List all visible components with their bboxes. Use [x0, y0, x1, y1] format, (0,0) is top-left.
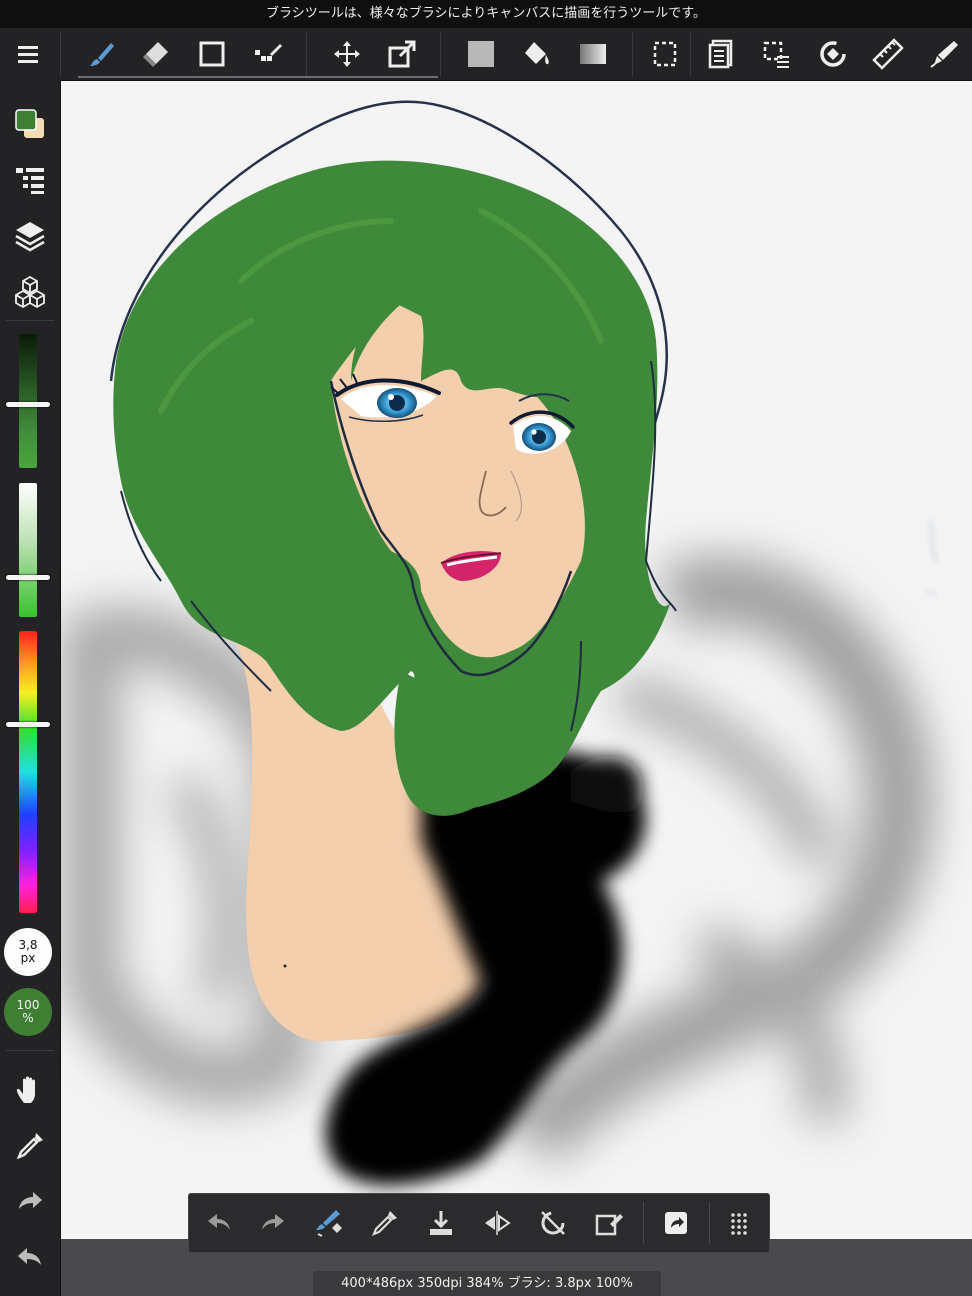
redo-icon[interactable]	[253, 1204, 293, 1242]
3d-cubes-icon[interactable]	[8, 270, 52, 314]
toolbar-divider	[306, 32, 307, 76]
bucket-icon[interactable]	[515, 34, 559, 74]
hue-slider-handle[interactable]	[6, 722, 50, 728]
top-toolbar	[0, 28, 972, 81]
clear-icon[interactable]	[589, 1204, 629, 1242]
shape-icon[interactable]	[190, 34, 234, 74]
action-bar-divider	[709, 1202, 710, 1244]
saturation-slider[interactable]	[19, 483, 37, 617]
hue-slider[interactable]	[19, 631, 37, 913]
eyedropper-icon[interactable]	[8, 1124, 52, 1168]
toolbar-divider	[632, 32, 633, 76]
grid-icon[interactable]	[719, 1204, 759, 1242]
undo-icon[interactable]	[199, 1204, 239, 1242]
layers-icon[interactable]	[8, 214, 52, 258]
ruler-icon[interactable]	[866, 34, 910, 74]
move-icon[interactable]	[325, 34, 369, 74]
toolbar-divider	[60, 32, 61, 76]
brush-icon[interactable]	[80, 34, 124, 74]
saturation-slider-handle[interactable]	[6, 574, 50, 580]
rotate-off-icon[interactable]	[533, 1204, 573, 1242]
tooltip-bar: ブラシツールは、様々なブラシによりキャンバスに描画を行うツールです。	[0, 0, 972, 28]
download-icon[interactable]	[421, 1204, 461, 1242]
value-slider-handle[interactable]	[6, 401, 50, 407]
action-bar-divider	[643, 1202, 644, 1244]
flip-icon[interactable]	[477, 1204, 517, 1242]
redo-icon[interactable]	[8, 1180, 52, 1224]
color-swatch-icon[interactable]	[8, 102, 52, 146]
transform-icon[interactable]	[380, 34, 424, 74]
dot-icon[interactable]	[246, 34, 290, 74]
undo-icon[interactable]	[8, 1236, 52, 1280]
fill-color-icon[interactable]	[459, 34, 503, 74]
sidebar-divider	[6, 1050, 54, 1051]
select-menu-icon[interactable]	[755, 34, 799, 74]
select-icon[interactable]	[643, 34, 687, 74]
sidebar-divider	[6, 320, 54, 321]
pen-cursor-icon[interactable]	[922, 34, 966, 74]
canvas-artwork[interactable]	[61, 81, 972, 1239]
brush-opacity-badge[interactable]: 100 %	[4, 988, 52, 1036]
hand-icon[interactable]	[8, 1068, 52, 1112]
brush-opacity-unit: %	[22, 1011, 34, 1025]
layer-menu-icon[interactable]	[699, 34, 743, 74]
layer-list-icon[interactable]	[8, 158, 52, 202]
toolbar-divider	[440, 32, 441, 76]
brush-size-unit: px	[20, 951, 36, 965]
toolbar-divider	[690, 32, 691, 76]
floating-action-bar	[188, 1193, 770, 1253]
brush-size-badge[interactable]: 3,8 px	[4, 928, 52, 976]
menu-icon[interactable]	[6, 34, 50, 74]
export-icon[interactable]	[656, 1204, 696, 1242]
status-bar: 400*486px 350dpi 384% ブラシ: 3.8px 100%	[313, 1271, 661, 1296]
drawing-canvas[interactable]	[61, 81, 972, 1239]
tool-group-underline	[78, 76, 438, 78]
brush-select-icon[interactable]	[309, 1204, 349, 1242]
eraser-icon[interactable]	[134, 34, 178, 74]
rotate-icon[interactable]	[811, 34, 855, 74]
gradient-icon[interactable]	[571, 34, 615, 74]
eyedropper-icon[interactable]	[365, 1204, 405, 1242]
left-sidebar: 3,8 px 100 %	[0, 80, 61, 1296]
